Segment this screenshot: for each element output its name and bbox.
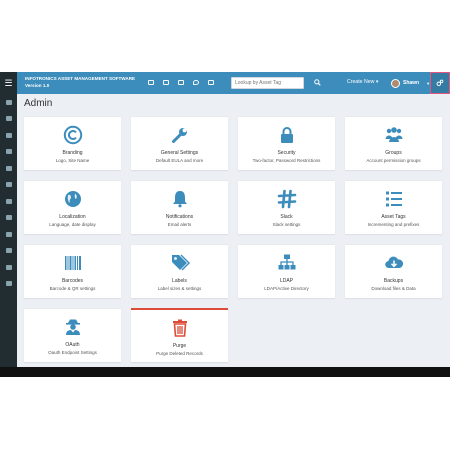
tint-icon[interactable]: [193, 80, 199, 85]
settings-card-purge[interactable]: Purge Purge Deleted Records: [131, 308, 228, 362]
settings-card-labels[interactable]: Labels Label sizes & settings: [131, 244, 228, 298]
hdd-icon[interactable]: [178, 80, 184, 85]
settings-card-localization[interactable]: Localization Language, date display: [24, 180, 121, 234]
print-icon[interactable]: [0, 193, 17, 210]
user-menu[interactable]: Shawn ▼: [391, 76, 430, 90]
card-subtitle: Barcode & QR settings: [49, 286, 96, 291]
print-icon[interactable]: [208, 80, 214, 85]
settings-card-asset-tags[interactable]: Asset Tags Incrementing and prefixes: [345, 180, 442, 234]
card-title: Barcodes: [61, 278, 84, 284]
card-title: Purge: [172, 343, 187, 349]
lock-icon: [280, 127, 293, 143]
card-title: Notifications: [165, 214, 194, 220]
card-title: Labels: [172, 278, 187, 284]
card-title: Branding: [62, 150, 83, 156]
wrench-icon: [171, 128, 187, 143]
keyboard-icon[interactable]: [163, 80, 169, 85]
copyright-icon: [63, 125, 82, 145]
app-title[interactable]: INFOTRONICS ASSET MANAGEMENT SOFTWARE Ve…: [25, 75, 137, 89]
page-title: Admin: [24, 98, 53, 109]
bell-icon: [172, 191, 187, 208]
card-subtitle: Slack settings: [272, 222, 301, 227]
groups-icon: [385, 127, 402, 142]
settings-card-oauth[interactable]: OAuth Oauth Endpoint Settings: [24, 308, 121, 362]
settings-card-backups[interactable]: Backups Download files & Data: [345, 244, 442, 298]
card-subtitle: Oauth Endpoint Settings: [48, 350, 97, 355]
search-icon[interactable]: [314, 79, 321, 86]
dashboard-icon[interactable]: [0, 94, 17, 111]
app-window: ☰ INFOTRONICS ASSET MANAGEMENT SOFTWARE …: [0, 72, 450, 377]
settings-card-general[interactable]: General Settings Default EULA and more: [131, 116, 228, 170]
list-icon: [385, 191, 402, 207]
settings-card-ldap[interactable]: LDAP LDAP/Active Directory: [238, 244, 335, 298]
card-subtitle: Incrementing and prefixes: [367, 222, 420, 227]
hdd-icon[interactable]: [0, 144, 17, 161]
card-title: Asset Tags: [381, 214, 406, 220]
card-subtitle: Account permission groups: [366, 158, 421, 163]
barcode-icon: [64, 256, 81, 270]
card-subtitle: Default EULA and more: [155, 158, 204, 163]
card-title: Localization: [59, 214, 86, 220]
settings-card-security[interactable]: Security Two-factor, Password Restrictio…: [238, 116, 335, 170]
cloud-download-icon[interactable]: [0, 226, 17, 243]
sidebar-toggle-button[interactable]: ☰: [0, 72, 17, 94]
card-title: Security: [277, 150, 296, 156]
create-new-menu[interactable]: Create New ▾: [347, 79, 378, 85]
database-icon[interactable]: [0, 160, 17, 177]
settings-icon[interactable]: [0, 243, 17, 260]
card-subtitle: Email alerts: [167, 222, 192, 227]
user-name: Shawn: [403, 80, 420, 86]
card-subtitle: Purge Deleted Records: [156, 351, 203, 356]
chart-icon[interactable]: [0, 259, 17, 276]
slack-icon: [277, 189, 296, 209]
tint-icon[interactable]: [0, 177, 17, 194]
card-title: Groups: [385, 150, 402, 156]
bottom-bar: [0, 367, 450, 377]
laptop-icon[interactable]: [0, 276, 17, 293]
settings-card-slack[interactable]: Slack Slack settings: [238, 180, 335, 234]
avatar: [391, 78, 400, 88]
settings-card-groups[interactable]: Groups Account permission groups: [345, 116, 442, 170]
user-secret-icon: [65, 319, 80, 335]
barcode-icon[interactable]: [0, 111, 17, 128]
user-icon[interactable]: [0, 210, 17, 227]
trash-icon: [172, 319, 187, 337]
card-title: OAuth: [65, 342, 80, 348]
asset-tag-search-input[interactable]: [231, 77, 304, 89]
cloud-download-icon: [384, 256, 403, 269]
settings-card-notifications[interactable]: Notifications Email alerts: [131, 180, 228, 234]
gears-icon: [436, 79, 444, 87]
card-subtitle: Logo, Site Name: [55, 158, 90, 163]
create-new-label: Create New: [347, 79, 375, 85]
sitemap-icon: [278, 254, 295, 270]
card-subtitle: Label sizes & settings: [157, 286, 202, 291]
card-subtitle: Download files & Data: [371, 286, 416, 291]
control-sidebar-button[interactable]: [430, 72, 450, 94]
barcode-icon[interactable]: [148, 80, 154, 85]
sidebar: ☰: [0, 72, 17, 377]
top-navbar: INFOTRONICS ASSET MANAGEMENT SOFTWARE Ve…: [17, 72, 450, 94]
card-subtitle: Two-factor, Password Restrictions: [252, 158, 321, 163]
card-title: LDAP: [279, 278, 294, 284]
card-subtitle: LDAP/Active Directory: [264, 286, 309, 291]
card-subtitle: Language, date display: [49, 222, 96, 227]
admin-settings-grid: Branding Logo, Site Name General Setting…: [24, 116, 442, 374]
settings-card-barcodes[interactable]: Barcodes Barcode & QR settings: [24, 244, 121, 298]
globe-icon: [64, 191, 81, 207]
card-title: Backups: [383, 278, 404, 284]
card-title: General Settings: [160, 150, 199, 156]
chevron-down-icon: ▾: [375, 79, 379, 85]
tags-icon: [171, 254, 190, 271]
card-title: Slack: [280, 214, 293, 220]
settings-card-branding[interactable]: Branding Logo, Site Name: [24, 116, 121, 170]
keyboard-icon[interactable]: [0, 127, 17, 144]
